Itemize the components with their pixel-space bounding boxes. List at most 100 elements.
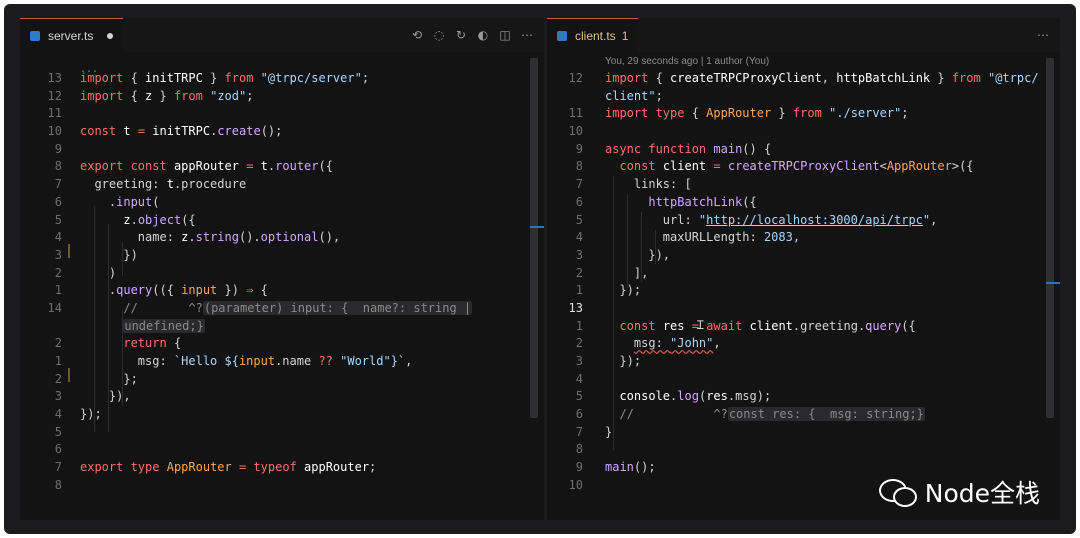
code-line[interactable]: 2 return { (20, 335, 544, 353)
line-number: 4 (54, 407, 62, 422)
code-line[interactable]: 12 import { z } from "zod"; (20, 88, 544, 106)
code-line[interactable]: 4 (547, 371, 1060, 389)
code-line[interactable]: 3 }) (20, 247, 544, 265)
code-line[interactable]: 11 (20, 105, 544, 123)
code-line[interactable]: 11 import type { AppRouter } from "./serv… (547, 105, 1060, 123)
line-number: 4 (54, 230, 62, 245)
code-text: const t = initTRPC.create(); (80, 124, 283, 139)
code-line[interactable]: 7 links: [ (547, 176, 1060, 194)
line-number: 12 (47, 88, 62, 103)
code-line[interactable]: 2 ) (20, 265, 544, 283)
arrow-circle-icon[interactable]: ↻ (454, 28, 468, 42)
code-line[interactable]: 13 (547, 300, 1060, 318)
code-line[interactable]: 1 .query(({ input }) ⇒ { (20, 282, 544, 300)
tab-client-ts[interactable]: client.ts 1 (547, 18, 639, 53)
git-blame-annotation[interactable]: You, 29 seconds ago | 1 author (You) (605, 56, 769, 67)
more-icon[interactable]: ⋯ (1036, 28, 1050, 42)
code-line[interactable]: 4 name: z.string().optional(), (20, 229, 544, 247)
scrollbar[interactable] (530, 58, 538, 418)
git-compare-icon[interactable]: ⟲ (410, 28, 424, 42)
code-line[interactable]: 1 const res = await client.greeting.quer… (547, 318, 1060, 336)
unsaved-dot-icon[interactable] (107, 33, 114, 39)
code-line[interactable]: 12 import { createTRPCProxyClient, httpBa… (547, 70, 1060, 88)
code-line[interactable]: 5 url: "http://localhost:3000/api/trpc", (547, 212, 1060, 230)
line-number: 1 (575, 283, 583, 298)
code-text: main(); (605, 460, 656, 475)
code-line[interactable]: 3 }), (547, 247, 1060, 265)
code-text: client"; (605, 88, 663, 103)
line-number: 7 (575, 424, 583, 439)
code-text: const client = createTRPCProxyClient<App… (619, 159, 974, 174)
code-text: import { createTRPCProxyClient, httpBatc… (605, 71, 1039, 85)
problem-count-badge: 1 (621, 29, 629, 43)
code-line[interactable]: 9 (20, 141, 544, 159)
code-text: msg: "John", (633, 336, 721, 351)
code-text: maxURLLength: 2083, (605, 230, 801, 245)
code-text: export const appRouter = t.router({ (80, 159, 333, 174)
code-line[interactable]: 8 (547, 441, 1060, 459)
code-text: greeting: t.procedure (80, 177, 247, 192)
code-line[interactable]: 2 ], (547, 265, 1060, 283)
code-line[interactable]: 7 greeting: t.procedure (20, 176, 544, 194)
minimap-marker (1046, 282, 1060, 284)
more-icon[interactable]: ⋯ (520, 28, 534, 42)
code-line[interactable]: 7} (547, 424, 1060, 442)
minimap-marker (530, 226, 544, 228)
line-number: 1 (54, 354, 62, 368)
scrollbar[interactable] (1046, 58, 1054, 418)
screenshot-frame: server.ts ⟲ ◌ ↻ ◐ ◫ ⋯ ... 13 import { ini… (4, 4, 1076, 534)
line-number: 11 (568, 106, 583, 121)
code-line[interactable]: 13 import { initTRPC } from "@trpc/server… (20, 70, 544, 88)
code-line[interactable]: 8 export const appRouter = t.router({ (20, 158, 544, 176)
code-line[interactable]: 8 (20, 477, 544, 495)
tab-server-ts[interactable]: server.ts (20, 18, 124, 53)
line-number: 2 (575, 265, 583, 280)
code-line[interactable]: 4}); (20, 406, 544, 424)
code-line[interactable]: 2 }; (20, 371, 544, 389)
code-text: .input( (80, 194, 160, 209)
code-line[interactable]: 9 async function main() { (547, 141, 1060, 159)
code-line[interactable]: 3 }); (547, 353, 1060, 371)
indent-guide (122, 242, 123, 276)
typescript-file-icon (30, 31, 40, 41)
code-line[interactable]: 10 (547, 123, 1060, 141)
line-number: 10 (47, 124, 62, 139)
circle-dot-icon[interactable]: ◌ (432, 28, 446, 42)
code-line[interactable]: 5 (20, 424, 544, 442)
line-number: 11 (47, 106, 62, 121)
code-line[interactable]: 7 export type AppRouter = typeof appRoute… (20, 459, 544, 477)
code-line[interactable]: 1 msg: `Hello ${input.name ?? "World"}`, (20, 353, 544, 371)
code-line[interactable]: 5 console.log(res.msg); (547, 388, 1060, 406)
line-number: 7 (54, 177, 62, 192)
line-number: 8 (575, 442, 583, 457)
tab-label: client.ts (575, 29, 616, 43)
code-line[interactable]: 6 (20, 441, 544, 459)
code-line[interactable]: undefined;} (20, 318, 544, 336)
code-line[interactable]: 5 z.object({ (20, 212, 544, 230)
code-text: // ^?const res: { msg: string;} (619, 407, 925, 422)
code-line[interactable]: 8 const client = createTRPCProxyClient<A… (547, 158, 1060, 176)
code-line[interactable]: 6 httpBatchLink({ (547, 194, 1060, 212)
code-line[interactable]: 4 maxURLLength: 2083, (547, 229, 1060, 247)
line-number: 7 (54, 460, 62, 475)
code-line[interactable]: 1 }); (547, 282, 1060, 300)
wechat-icon (878, 477, 917, 507)
editor-pane-server: server.ts ⟲ ◌ ↻ ◐ ◫ ⋯ ... 13 import { ini… (20, 18, 544, 520)
code-line[interactable]: 6 // ^?const res: { msg: string;} (547, 406, 1060, 424)
code-line[interactable]: 6 .input( (20, 194, 544, 212)
code-line[interactable]: client"; (547, 88, 1060, 106)
code-text: const res = await client.greeting.query(… (619, 318, 916, 333)
code-area[interactable]: 1 2 import { createTRPCProxyClient, httpBa… (547, 70, 1060, 495)
typescript-file-icon (557, 31, 567, 41)
code-text: links: [ (605, 177, 692, 192)
code-line[interactable]: 14 // ^?(parameter) input: { name?: stri… (20, 300, 544, 318)
code-line[interactable]: 3 }), (20, 388, 544, 406)
split-editor-icon[interactable]: ◫ (498, 28, 512, 42)
line-number: 2 (575, 336, 583, 351)
line-number: 3 (575, 354, 583, 368)
code-line[interactable]: 10 const t = initTRPC.create(); (20, 123, 544, 141)
code-area[interactable]: ... 13 import { initTRPC } from "@trpc/se… (20, 58, 544, 495)
sync-icon[interactable]: ◐ (476, 28, 490, 42)
code-line[interactable]: 2 msg: "John", (547, 335, 1060, 353)
line-number: 6 (575, 407, 583, 422)
